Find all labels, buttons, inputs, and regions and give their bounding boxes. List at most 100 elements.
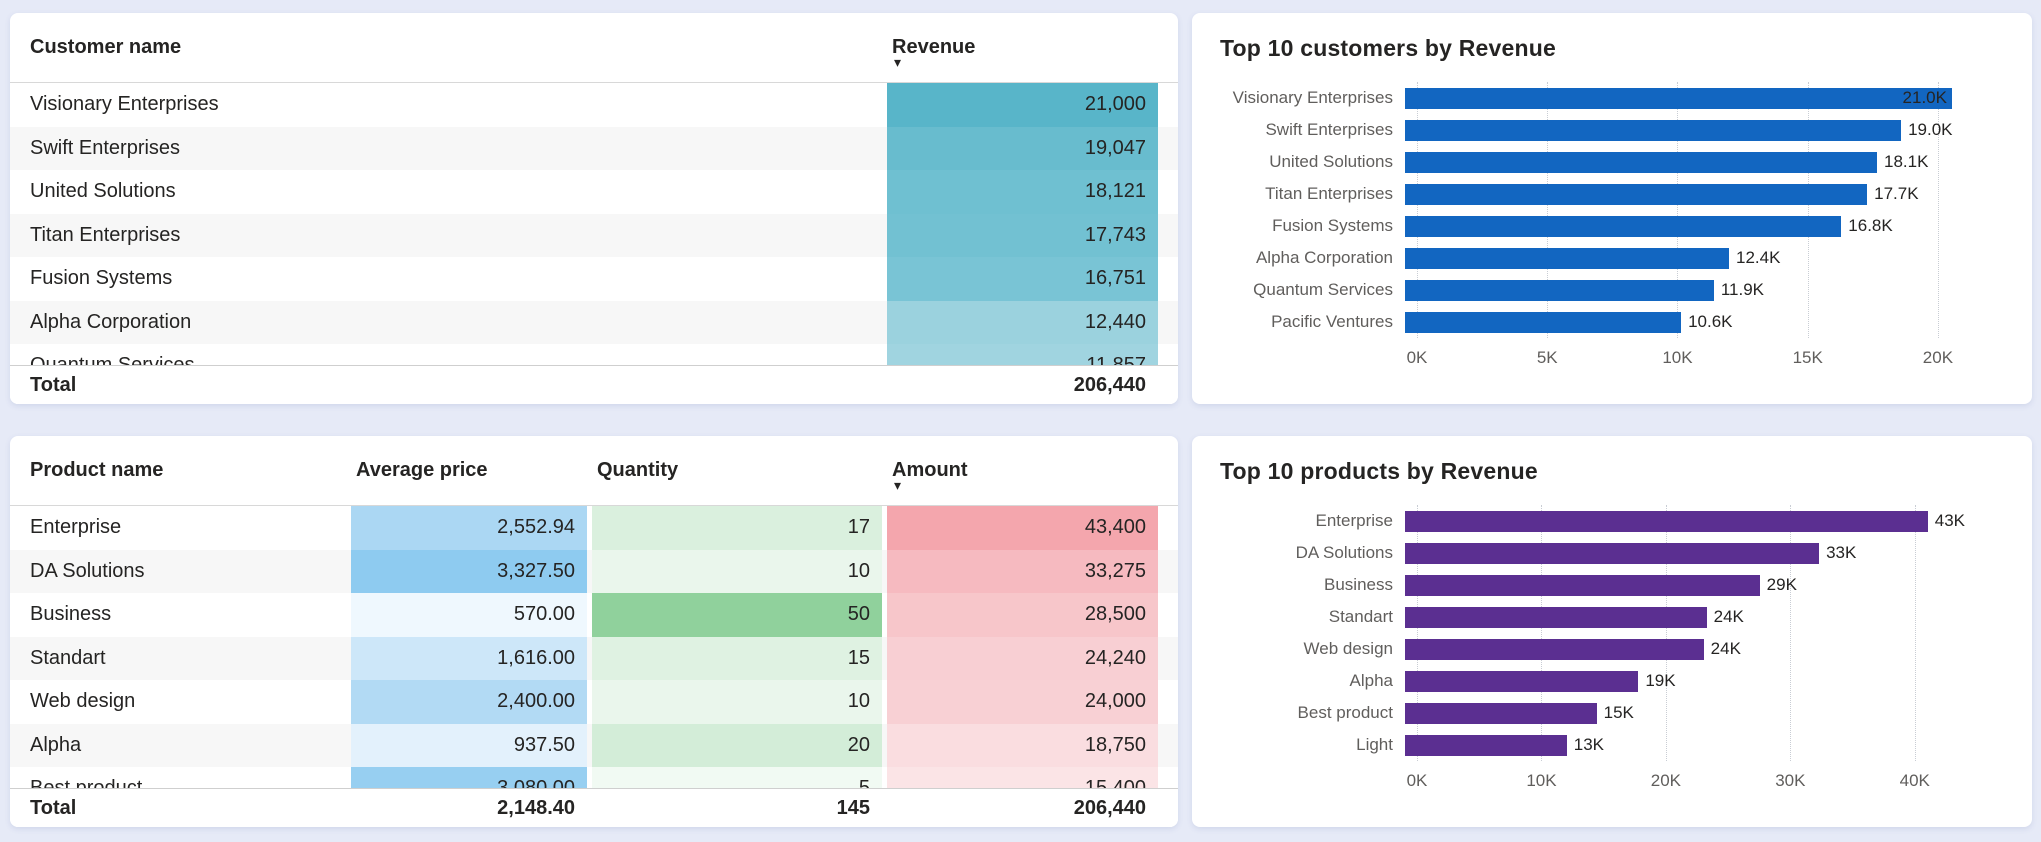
value-label: 11.9K [1721,280,1764,300]
bar-row: Standart24K [1220,601,2004,633]
total-label: Total [30,797,346,820]
average-price-cell: 1,616.00 [351,637,587,681]
total-quantity-value: 145 [592,797,882,820]
bar-track: 24K [1405,633,1965,665]
bar-track: 17.7K [1405,178,1965,210]
column-header-revenue[interactable]: Revenue ▾ [887,13,1158,82]
column-header-amount[interactable]: Amount ▾ [887,436,1158,505]
product-table-card: Product name Average price Quantity Amou… [10,436,1178,827]
axis-tick-label: 15K [1793,348,1823,368]
bar[interactable] [1405,703,1597,724]
table-row[interactable]: Best product3,080.00515,400 [10,767,1178,788]
bar[interactable] [1405,511,1928,532]
customer-name-cell: Titan Enterprises [30,214,882,258]
table-row[interactable]: Alpha Corporation12,440 [10,301,1178,345]
customer-table-total-row: Total 206,440 [10,365,1178,404]
value-label: 17.7K [1874,184,1918,204]
quantity-cell: 50 [592,593,882,637]
bar-row: Light13K [1220,729,2004,761]
value-label: 43K [1935,511,1965,531]
top-customers-chart-card: Top 10 customers by Revenue Visionary En… [1192,13,2032,404]
bar-row: Web design 24K [1220,633,2004,665]
bar[interactable] [1405,216,1841,237]
customer-name-cell: Fusion Systems [30,257,882,301]
bar[interactable] [1405,543,1819,564]
product-table-total-row: Total 2,148.40 145 206,440 [10,788,1178,827]
bar[interactable] [1405,120,1901,141]
bar[interactable] [1405,639,1704,660]
revenue-cell: 17,743 [887,214,1158,258]
column-header-customer-name[interactable]: Customer name [30,13,882,82]
table-row[interactable]: Swift Enterprises19,047 [10,127,1178,171]
bar[interactable] [1405,312,1681,333]
table-row[interactable]: DA Solutions3,327.501033,275 [10,550,1178,594]
value-label: 19K [1645,671,1675,691]
bar-row: Titan Enterprises17.7K [1220,178,2004,210]
bar[interactable] [1405,671,1638,692]
value-label: 24K [1711,639,1741,659]
chart-title-top-products: Top 10 products by Revenue [1220,458,2004,485]
average-price-cell: 3,080.00 [351,767,587,788]
column-header-product-name[interactable]: Product name [30,436,346,505]
customer-name-cell: United Solutions [30,170,882,214]
table-row[interactable]: United Solutions18,121 [10,170,1178,214]
table-row[interactable]: Web design2,400.001024,000 [10,680,1178,724]
bar-track: 11.9K [1405,274,1965,306]
bar[interactable] [1405,248,1729,269]
column-header-average-price[interactable]: Average price [351,436,587,505]
value-label: 12.4K [1736,248,1780,268]
product-name-cell: DA Solutions [30,550,346,594]
average-price-cell: 2,552.94 [351,506,587,550]
column-header-quantity-label: Quantity [597,459,678,482]
category-label: Web design [1220,639,1405,659]
total-label: Total [30,374,882,397]
table-row[interactable]: Visionary Enterprises21,000 [10,83,1178,127]
revenue-cell: 21,000 [887,83,1158,127]
x-axis: 0K5K10K15K20K [1417,346,1977,372]
category-label: Business [1220,575,1405,595]
table-row[interactable]: Titan Enterprises17,743 [10,214,1178,258]
table-row[interactable]: Alpha937.502018,750 [10,724,1178,768]
axis-tick-label: 10K [1662,348,1692,368]
average-price-cell: 570.00 [351,593,587,637]
customer-revenue-table-card: Customer name Revenue ▾ Visionary Enterp… [10,13,1178,404]
value-label: 21.0K [1903,88,1947,108]
bar-row: Business29K [1220,569,2004,601]
axis-tick-label: 5K [1537,348,1558,368]
table-row[interactable]: Business570.005028,500 [10,593,1178,637]
bar[interactable] [1405,184,1867,205]
amount-cell: 24,240 [887,637,1158,681]
amount-cell: 18,750 [887,724,1158,768]
revenue-cell: 18,121 [887,170,1158,214]
revenue-cell: 12,440 [887,301,1158,345]
bar[interactable] [1405,280,1714,301]
value-label: 24K [1714,607,1744,627]
category-label: United Solutions [1220,152,1405,172]
customer-table-body: Visionary Enterprises21,000Swift Enterpr… [10,83,1178,365]
category-label: Quantum Services [1220,280,1405,300]
axis-tick-label: 10K [1526,771,1556,791]
category-label: Enterprise [1220,511,1405,531]
top-products-bar-chart: Enterprise43KDA Solutions33KBusiness29KS… [1220,505,2004,795]
product-table-header: Product name Average price Quantity Amou… [10,436,1178,506]
x-axis: 0K10K20K30K40K [1417,769,1977,795]
top-products-chart-card: Top 10 products by Revenue Enterprise 43K… [1192,436,2032,827]
bar[interactable] [1405,575,1760,596]
revenue-cell: 11,857 [887,344,1158,365]
quantity-cell: 5 [592,767,882,788]
table-row[interactable]: Fusion Systems16,751 [10,257,1178,301]
column-header-quantity[interactable]: Quantity [592,436,882,505]
bar[interactable] [1405,152,1877,173]
product-name-cell: Alpha [30,724,346,768]
quantity-cell: 10 [592,680,882,724]
bar-row: Pacific Ventures10.6K [1220,306,2004,338]
bar[interactable]: 21.0K [1405,88,1952,109]
amount-cell: 15,400 [887,767,1158,788]
bar[interactable] [1405,735,1567,756]
table-row[interactable]: Standart1,616.001524,240 [10,637,1178,681]
average-price-cell: 2,400.00 [351,680,587,724]
table-row[interactable]: Quantum Services11,857 [10,344,1178,365]
product-name-cell: Best product [30,767,346,788]
bar[interactable] [1405,607,1707,628]
table-row[interactable]: Enterprise2,552.941743,400 [10,506,1178,550]
